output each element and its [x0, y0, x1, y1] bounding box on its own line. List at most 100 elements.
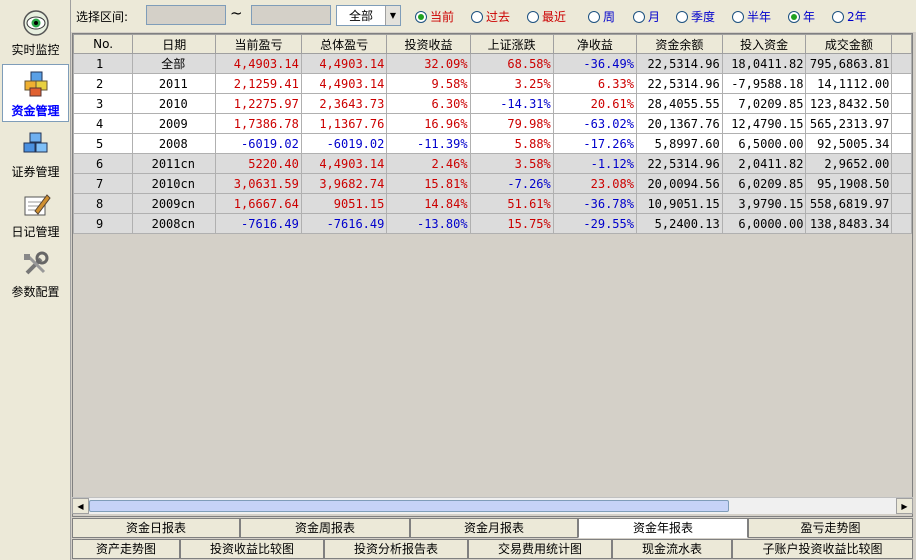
tab-investment-analysis-report[interactable]: 投资分析报告表 [324, 539, 468, 559]
table-row[interactable]: 7 2010cn 3,0631.59 3,9682.74 15.81% -7.26% 23.… [73, 173, 912, 194]
column-header[interactable]: 成交金额 [805, 34, 893, 54]
radio-half-year[interactable]: 半年 [732, 8, 771, 25]
radio-quarter[interactable]: 季度 [676, 8, 715, 25]
radio-past[interactable]: 过去 [471, 8, 510, 25]
nav-securities-management[interactable]: 证券管理 [2, 126, 69, 184]
chevron-down-icon[interactable]: ▼ [385, 6, 400, 25]
radio-year[interactable]: 年 [788, 8, 815, 25]
nav-realtime-monitor[interactable]: 实时监控 [2, 4, 69, 62]
filter-bar: 选择区间: ~ 全部 ▼ 当前 过去 最近 周 月 季度 半年 年 2年 [71, 0, 916, 32]
funds-cubes-icon [20, 69, 52, 99]
table-cell: -7616.49 [300, 213, 388, 234]
table-cell: 9.58% [386, 73, 471, 94]
table-cell: -13.80% [386, 213, 471, 234]
horizontal-scrollbar[interactable]: ◀ ▶ [72, 497, 913, 514]
table-cell-filler [891, 153, 912, 174]
account-select-value: 全部 [348, 9, 373, 23]
scrollbar-thumb[interactable] [89, 500, 729, 512]
table-cell: 2,3643.73 [300, 93, 388, 114]
eye-icon [20, 8, 52, 38]
table-cell: 79.98% [469, 113, 554, 134]
table-cell: -36.49% [552, 53, 637, 74]
column-header[interactable]: 投入资金 [721, 34, 807, 54]
table-cell: 14,1112.00 [805, 73, 893, 94]
table-cell: 2008 [132, 133, 217, 154]
radio-label: 年 [803, 10, 816, 24]
nav-funds-management[interactable]: 资金管理 [2, 64, 69, 122]
table-cell: 15.75% [469, 213, 554, 234]
nav-parameter-config[interactable]: 参数配置 [2, 246, 69, 304]
table-cell: 10,9051.15 [635, 193, 723, 214]
column-header[interactable]: 当前盈亏 [215, 34, 302, 54]
tab-weekly-report[interactable]: 资金周报表 [240, 518, 410, 538]
table-row[interactable]: 4 2009 1,7386.78 1,1367.76 16.96% 79.98% -63.0… [73, 113, 912, 134]
table-row[interactable]: 2 2011 2,1259.41 4,4903.14 9.58% 3.25% 6.33% 22… [73, 73, 912, 94]
end-date-input[interactable] [251, 5, 331, 25]
table-row[interactable]: 6 2011cn 5220.40 4,4903.14 2.46% 3.58% -1.12% 2… [73, 153, 912, 174]
tab-monthly-report[interactable]: 资金月报表 [410, 518, 578, 538]
column-header[interactable]: 总体盈亏 [300, 34, 388, 54]
column-header[interactable]: 日期 [132, 34, 217, 54]
tab-subaccount-return-comparison[interactable]: 子账户投资收益比较图 [732, 539, 913, 559]
table-cell: -7,9588.18 [721, 73, 807, 94]
table-cell: 5,2400.13 [635, 213, 723, 234]
table-cell: 1,6667.64 [215, 193, 302, 214]
table-cell-filler [891, 213, 912, 234]
table-cell: 2,0411.82 [721, 153, 807, 174]
table-cell: 2,1259.41 [215, 73, 302, 94]
table-cell: 138,8483.34 [805, 213, 893, 234]
start-date-input[interactable] [146, 5, 226, 25]
radio-current[interactable]: 当前 [415, 8, 454, 25]
table-cell: 20.61% [552, 93, 637, 114]
table-cell-filler [891, 173, 912, 194]
column-header[interactable]: 投资收益 [386, 34, 471, 54]
table-cell: 3,0631.59 [215, 173, 302, 194]
column-header[interactable]: 净收益 [552, 34, 637, 54]
report-tabs-row-2: 资产走势图 投资收益比较图 投资分析报告表 交易费用统计图 现金流水表 子账户投… [72, 539, 913, 559]
tab-investment-return-comparison[interactable]: 投资收益比较图 [180, 539, 324, 559]
tab-annual-report[interactable]: 资金年报表 [578, 518, 748, 538]
radio-label: 周 [603, 10, 616, 24]
table-row[interactable]: 3 2010 1,2275.97 2,3643.73 6.30% -14.31% 20.61… [73, 93, 912, 114]
table-cell: -63.02% [552, 113, 637, 134]
table-cell: 16.96% [386, 113, 471, 134]
tab-profit-trend[interactable]: 盈亏走势图 [748, 518, 913, 538]
table-cell-filler [891, 73, 912, 94]
column-header[interactable]: 资金余额 [635, 34, 723, 54]
radio-recent[interactable]: 最近 [527, 8, 566, 25]
table-cell: 32.09% [386, 53, 471, 74]
securities-cubes-icon [20, 130, 52, 160]
table-row[interactable]: 5 2008 -6019.02 -6019.02 -11.39% 5.88% -17.26%… [73, 133, 912, 154]
table-cell: 1,1367.76 [300, 113, 388, 134]
radio-month[interactable]: 月 [633, 8, 660, 25]
table-cell: 5.88% [469, 133, 554, 154]
scroll-right-icon[interactable]: ▶ [896, 498, 913, 514]
nav-diary-management[interactable]: 日记管理 [2, 186, 69, 244]
tab-daily-report[interactable]: 资金日报表 [72, 518, 240, 538]
account-select[interactable]: 全部 ▼ [336, 5, 401, 26]
table-cell: 3,9790.15 [721, 193, 807, 214]
table-cell: 6 [73, 153, 134, 174]
radio-two-years[interactable]: 2年 [832, 8, 867, 25]
table-cell: 6,0209.85 [721, 173, 807, 194]
table-cell: 22,5314.96 [635, 73, 723, 94]
table-cell: 2010cn [132, 173, 217, 194]
table-row[interactable]: 9 2008cn -7616.49 -7616.49 -13.80% 15.75% -29.… [73, 213, 912, 234]
table-cell: 2011 [132, 73, 217, 94]
table-cell: 795,6863.81 [805, 53, 893, 74]
tools-icon [20, 250, 52, 280]
column-header[interactable]: No. [73, 34, 134, 54]
table-cell: 28,4055.55 [635, 93, 723, 114]
table-cell: 68.58% [469, 53, 554, 74]
scroll-left-icon[interactable]: ◀ [72, 498, 89, 514]
column-header[interactable]: 上证涨跌 [469, 34, 554, 54]
table-row[interactable]: 1 全部 4,4903.14 4,4903.14 32.09% 68.58% -36.49%… [73, 53, 912, 74]
radio-week[interactable]: 周 [588, 8, 615, 25]
annual-report-grid[interactable]: No. 日期 当前盈亏 总体盈亏 投资收益 上证涨跌 净收益 资金余额 投入资金… [72, 33, 913, 517]
tab-trading-fee-stats[interactable]: 交易费用统计图 [468, 539, 612, 559]
tab-asset-trend[interactable]: 资产走势图 [72, 539, 180, 559]
table-row[interactable]: 8 2009cn 1,6667.64 9051.15 14.84% 51.61% -36.7… [73, 193, 912, 214]
table-cell: 5,8997.60 [635, 133, 723, 154]
tab-cash-flow[interactable]: 现金流水表 [612, 539, 732, 559]
table-cell: 1,7386.78 [215, 113, 302, 134]
